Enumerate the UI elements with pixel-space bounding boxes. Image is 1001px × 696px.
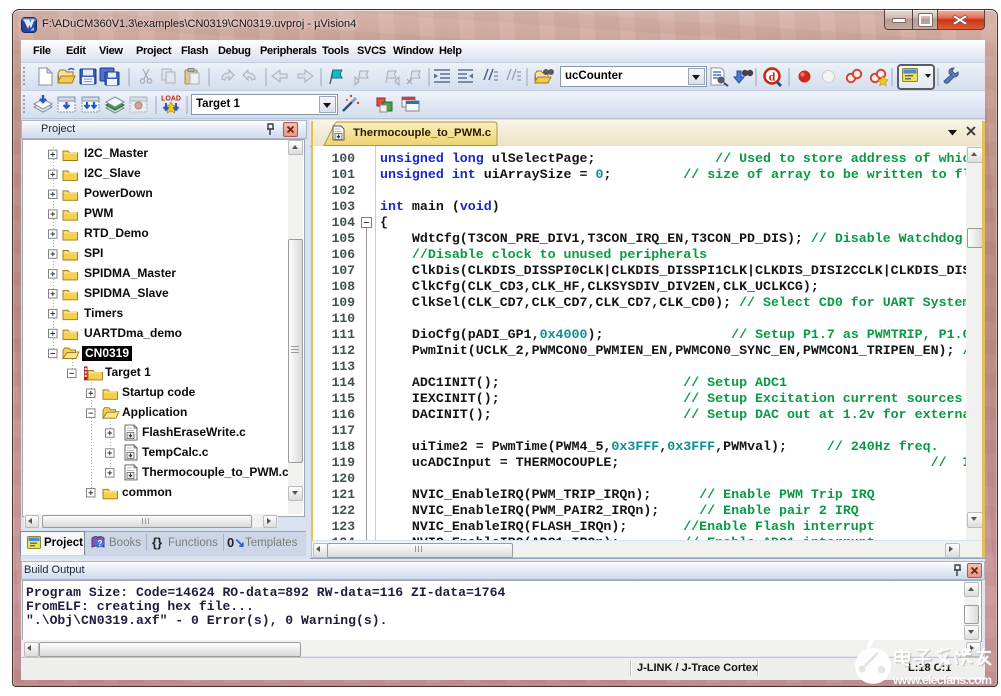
svg-text:d: d bbox=[769, 70, 776, 84]
svg-text:?: ? bbox=[98, 539, 103, 548]
svg-text:www.elecfans.com: www.elecfans.com bbox=[892, 673, 992, 687]
